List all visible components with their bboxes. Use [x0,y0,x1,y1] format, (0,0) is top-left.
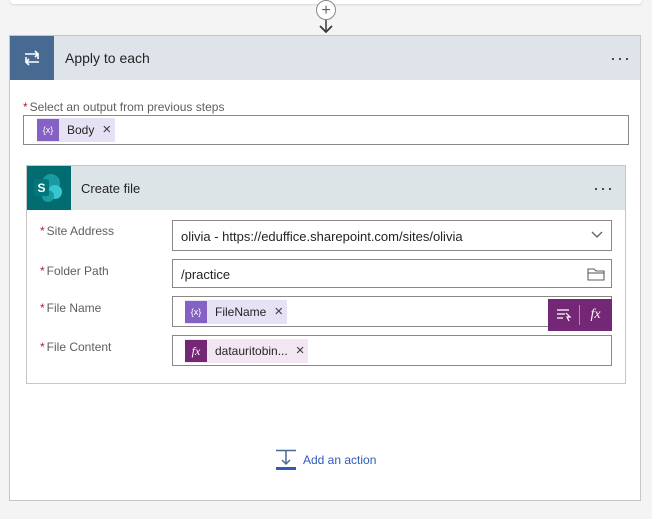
loop-icon [10,36,54,80]
select-output-input[interactable]: {x} Body × [23,115,629,145]
body-token[interactable]: {x} Body × [37,118,116,142]
arrow-down-icon [319,20,333,34]
remove-token-icon[interactable]: × [296,343,309,358]
expression-fx-icon[interactable]: fx [580,299,611,331]
remove-token-icon[interactable]: × [274,304,287,319]
folder-path-label: * Folder Path [40,264,109,278]
site-address-dropdown[interactable]: olivia - https://eduffice.sharepoint.com… [172,220,612,251]
variable-expression-icon: {x} [37,119,59,141]
select-output-label: * Select an output from previous steps [23,100,225,114]
file-name-label: * File Name [40,301,102,315]
file-content-label: * File Content [40,340,112,354]
chevron-down-icon[interactable] [591,231,603,239]
site-address-label: * Site Address [40,224,115,238]
add-an-action-button[interactable]: Add an action [275,449,376,471]
loop-more-options-button[interactable]: ··· [610,49,631,67]
sharepoint-icon: S [27,166,71,210]
file-name-input[interactable]: {x} FileName × [172,296,612,327]
datauritobinary-token[interactable]: fx datauritobin... × [185,339,309,363]
apply-to-each-header[interactable]: Apply to each ··· [10,36,640,80]
action-more-options-button[interactable]: ··· [593,179,614,197]
create-file-title[interactable]: Create file [81,181,140,196]
add-action-icon [276,449,296,470]
apply-to-each-container: Apply to each ··· * Select an output from… [9,35,641,501]
folder-path-input[interactable]: /practice [172,259,612,288]
dynamic-content-expression-toggle[interactable]: fx [548,299,612,331]
apply-to-each-title[interactable]: Apply to each [65,50,150,66]
filename-token[interactable]: {x} FileName × [185,300,288,324]
insert-step-plus-icon[interactable]: + [316,0,336,20]
expression-fx-icon: fx [185,340,207,362]
create-file-action-card: S Create file ··· * Site Address olivia -… [26,165,626,384]
remove-token-icon[interactable]: × [102,122,115,137]
create-file-header[interactable]: S Create file ··· [27,166,625,210]
dynamic-content-icon[interactable] [548,299,579,331]
svg-text:S: S [37,181,45,195]
variable-expression-icon: {x} [185,301,207,323]
file-content-input[interactable]: fx datauritobin... × [172,335,612,366]
add-an-action-label[interactable]: Add an action [303,453,376,467]
folder-icon[interactable] [587,267,605,281]
